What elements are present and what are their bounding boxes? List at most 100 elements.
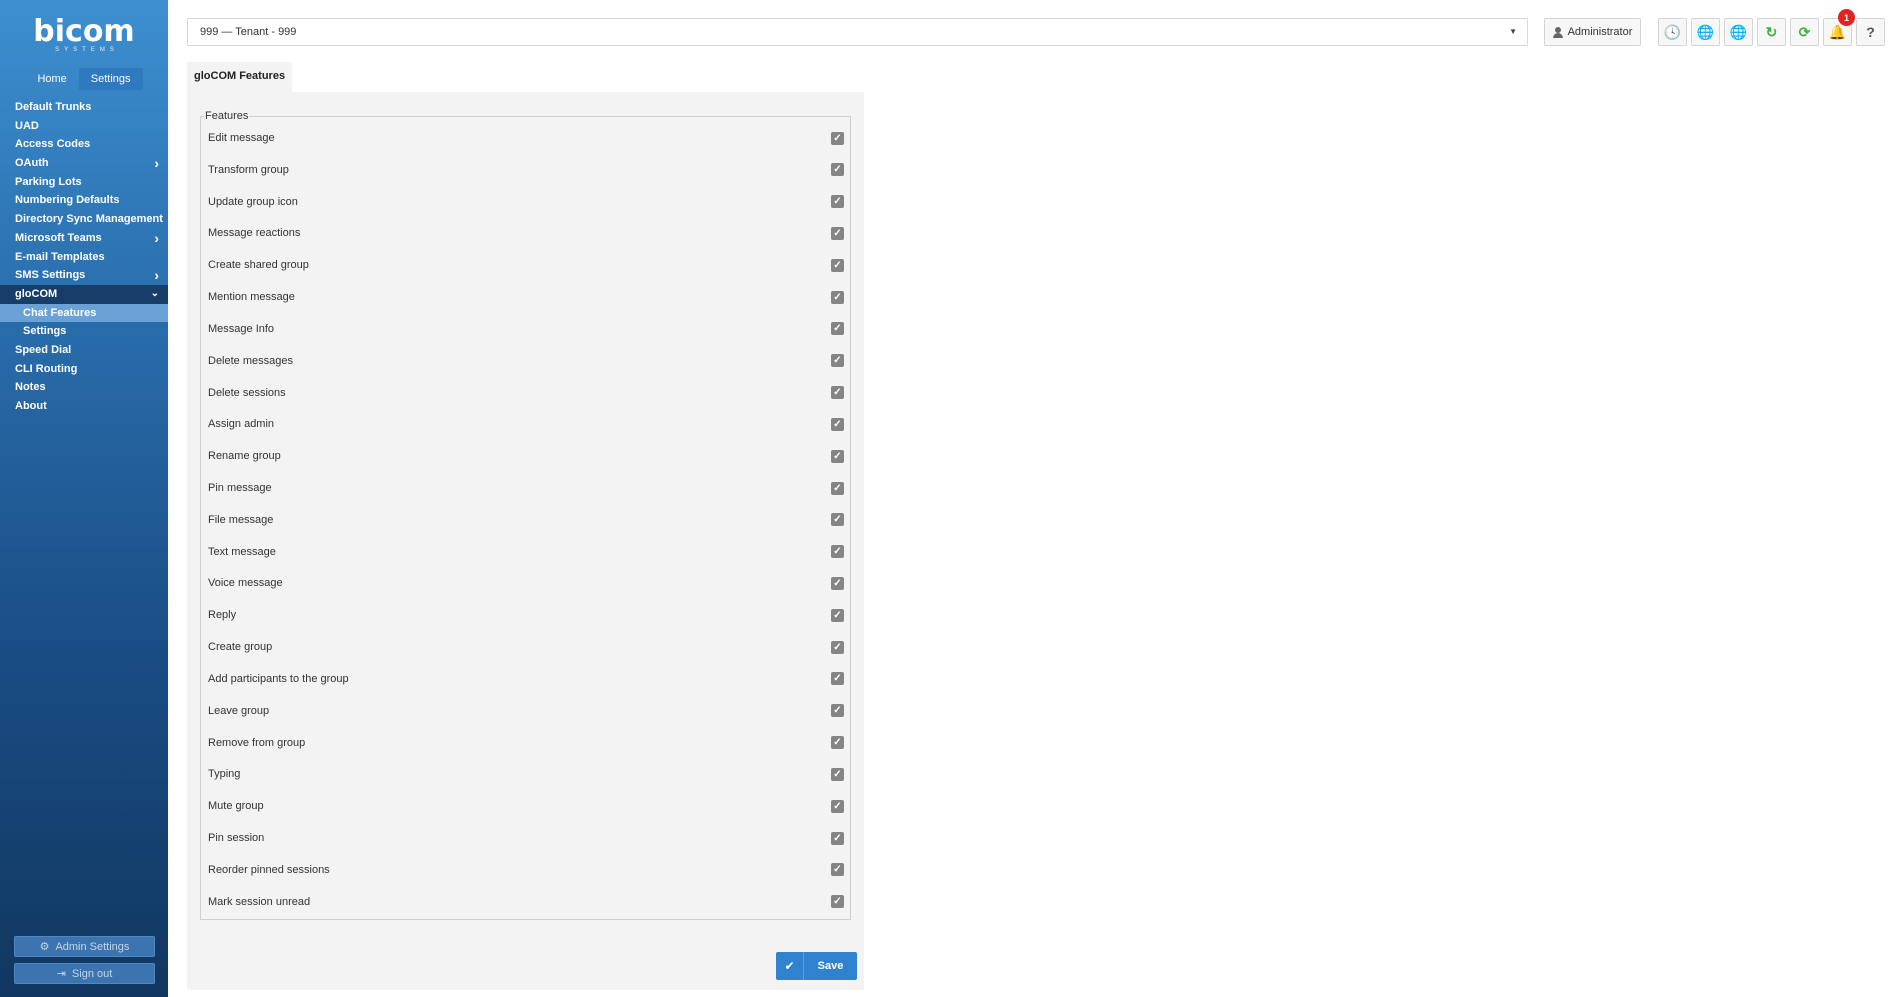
sidebar-item-parking-lots[interactable]: Parking Lots: [0, 173, 168, 192]
reload-icon: ↻: [1765, 23, 1778, 40]
reload-button[interactable]: ↻: [1757, 18, 1786, 46]
sidebar-item-notes[interactable]: Notes: [0, 378, 168, 397]
sidebar-item-directory-sync-management[interactable]: Directory Sync Management: [0, 210, 168, 229]
feature-label: File message: [208, 513, 274, 526]
feature-checkbox[interactable]: ✓: [831, 767, 844, 781]
sidebar-item-oauth[interactable]: OAuth ›: [0, 154, 168, 173]
feature-label: Update group icon: [208, 195, 298, 208]
feature-label: Create shared group: [208, 259, 309, 272]
sidebar-item-label: Default Trunks: [15, 101, 92, 113]
bell-icon: 🔔: [1828, 23, 1847, 40]
sidebar-item-label: Speed Dial: [15, 343, 72, 356]
feature-checkbox[interactable]: ✓: [831, 449, 844, 463]
sidebar-item-label: gloCOM: [15, 287, 58, 300]
sidebar-item-about[interactable]: About: [0, 397, 168, 416]
sidebar-item-access-codes[interactable]: Access Codes: [0, 135, 168, 154]
sync-button[interactable]: ⟳: [1790, 18, 1819, 46]
sidebar-item-chat-features[interactable]: Chat Features: [0, 303, 168, 323]
feature-checkbox[interactable]: ✓: [831, 354, 844, 368]
tab-home[interactable]: Home: [25, 68, 78, 90]
tab-glocom-features[interactable]: gloCOM Features: [187, 62, 293, 92]
notification-badge: 1: [1838, 9, 1855, 26]
sidebar-tabs: Home Settings: [0, 68, 168, 90]
feature-checkbox[interactable]: ✓: [831, 799, 844, 813]
feature-label: Rename group: [208, 450, 281, 463]
admin-settings-button[interactable]: ⚙ Admin Settings: [14, 936, 155, 957]
sidebar-item-sms-settings[interactable]: SMS Settings ›: [0, 266, 168, 285]
clock-button[interactable]: 🕓: [1658, 18, 1687, 46]
feature-checkbox[interactable]: ✓: [831, 513, 844, 527]
bicom-logo[interactable]: bicom SYSTEMS: [0, 0, 168, 60]
feature-checkbox[interactable]: ✓: [831, 863, 844, 877]
feature-row: Leave group ✓: [208, 701, 844, 721]
user-label: Administrator: [1567, 26, 1633, 38]
sign-out-icon: ⇥: [56, 968, 66, 980]
user-icon: [1552, 26, 1563, 38]
notifications-button[interactable]: 🔔 1: [1823, 9, 1855, 46]
feature-label: Leave group: [208, 704, 270, 717]
check-icon: ✔: [776, 952, 804, 980]
clock-icon: 🕓: [1663, 23, 1682, 40]
sign-out-button[interactable]: ⇥ Sign out: [14, 963, 155, 984]
feature-row: Create group ✓: [208, 637, 844, 657]
sidebar-item-cli-routing[interactable]: CLI Routing: [0, 360, 168, 379]
sidebar-item-label: OAuth: [15, 157, 49, 170]
feature-row: Message Info ✓: [208, 319, 844, 339]
feature-checkbox[interactable]: ✓: [831, 608, 844, 622]
feature-row: Update group icon ✓: [208, 192, 844, 212]
feature-label: Assign admin: [208, 418, 275, 431]
feature-label: Typing: [208, 768, 241, 781]
sidebar-item-glocom[interactable]: gloCOM ⌄: [0, 284, 168, 304]
chevron-right-icon: ›: [154, 155, 159, 172]
feature-checkbox[interactable]: ✓: [831, 386, 844, 400]
sidebar-item-microsoft-teams[interactable]: Microsoft Teams ›: [0, 229, 168, 248]
feature-checkbox[interactable]: ✓: [831, 322, 844, 336]
feature-row: Typing ✓: [208, 764, 844, 784]
sidebar-item-speed-dial[interactable]: Speed Dial: [0, 341, 168, 360]
sidebar-item-uad[interactable]: UAD: [0, 117, 168, 136]
feature-checkbox[interactable]: ✓: [831, 831, 844, 845]
sidebar: bicom SYSTEMS Home Settings Default Trun…: [0, 0, 168, 997]
sidebar-item-settings[interactable]: Settings: [0, 322, 168, 341]
save-button[interactable]: ✔ Save: [776, 952, 857, 980]
feature-label: Mark session unread: [208, 895, 311, 908]
feature-checkbox[interactable]: ✓: [831, 704, 844, 718]
feature-label: Message reactions: [208, 227, 301, 240]
feature-row: Mute group ✓: [208, 796, 844, 816]
help-button[interactable]: ?: [1856, 18, 1885, 46]
feature-checkbox[interactable]: ✓: [831, 226, 844, 240]
logo-tagline: SYSTEMS: [55, 46, 119, 53]
feature-checkbox[interactable]: ✓: [831, 672, 844, 686]
feature-label: Pin session: [208, 832, 265, 845]
feature-row: Delete messages ✓: [208, 351, 844, 371]
feature-checkbox[interactable]: ✓: [831, 163, 844, 177]
feature-checkbox[interactable]: ✓: [831, 736, 844, 750]
feature-checkbox[interactable]: ✓: [831, 481, 844, 495]
feature-checkbox[interactable]: ✓: [831, 895, 844, 909]
sidebar-item-e-mail-templates[interactable]: E-mail Templates: [0, 248, 168, 267]
feature-row: Voice message ✓: [208, 573, 844, 593]
feature-checkbox[interactable]: ✓: [831, 640, 844, 654]
feature-checkbox[interactable]: ✓: [831, 195, 844, 209]
feature-label: Remove from group: [208, 736, 306, 749]
feature-checkbox[interactable]: ✓: [831, 545, 844, 559]
feature-checkbox[interactable]: ✓: [831, 576, 844, 590]
feature-label: Transform group: [208, 163, 289, 176]
feature-checkbox[interactable]: ✓: [831, 258, 844, 272]
feature-checkbox[interactable]: ✓: [831, 417, 844, 431]
language-button[interactable]: 🌐: [1724, 18, 1753, 46]
tab-settings[interactable]: Settings: [78, 68, 143, 90]
sidebar-item-numbering-defaults[interactable]: Numbering Defaults: [0, 191, 168, 210]
feature-row: Rename group ✓: [208, 446, 844, 466]
tenant-select-value: 999 — Tenant - 999: [200, 26, 297, 38]
tenant-select[interactable]: 999 — Tenant - 999 ▼: [187, 18, 1528, 46]
feature-row: Pin session ✓: [208, 828, 844, 848]
user-menu-button[interactable]: Administrator: [1544, 18, 1641, 46]
sidebar-item-default-trunks[interactable]: Default Trunks: [0, 98, 168, 117]
feature-label: Create group: [208, 641, 273, 654]
feature-label: Add participants to the group: [208, 672, 349, 685]
globe-button[interactable]: 🌐: [1691, 18, 1720, 46]
feature-checkbox[interactable]: ✓: [831, 290, 844, 304]
feature-checkbox[interactable]: ✓: [831, 131, 844, 145]
feature-row: Create shared group ✓: [208, 255, 844, 275]
